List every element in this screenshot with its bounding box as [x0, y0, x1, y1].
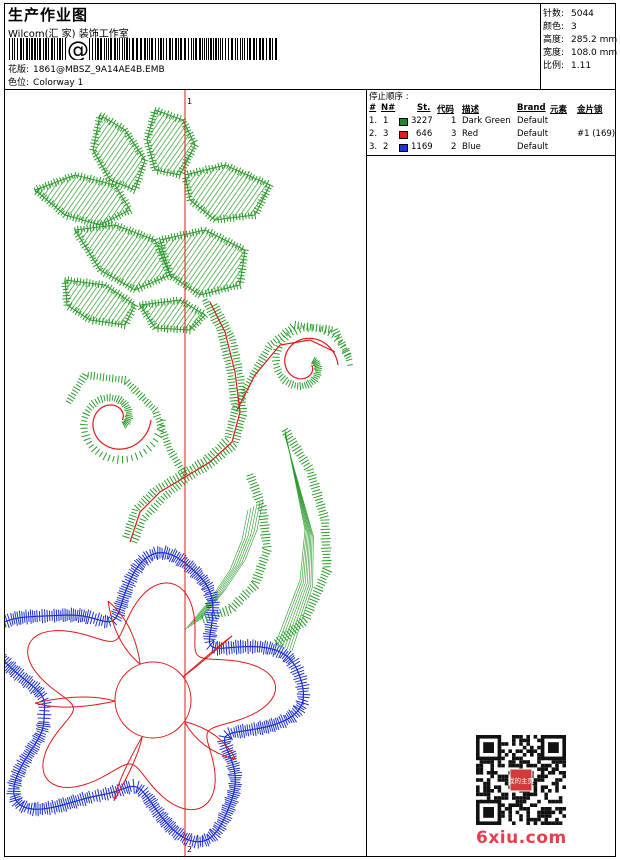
stop-row: 1. 1 3227 1 Dark Green Default	[367, 116, 615, 129]
row-needle: 3	[383, 129, 389, 139]
design-file-line: 花版: 1861@MBSZ_9A14AE4B.EMB	[8, 62, 165, 75]
embroidery-drawing: 1 2	[5, 90, 353, 856]
row-stitches: 646	[416, 129, 433, 139]
row-description: Blue	[462, 142, 481, 152]
stat-value: 1.11	[571, 61, 592, 71]
stat-value: 108.0 mm	[571, 48, 618, 58]
stat-scale: 比例: 1.11	[543, 58, 591, 71]
watermark-text: 6xiu.com	[476, 828, 567, 848]
col-header-sequin: 金片锁	[577, 105, 603, 115]
col-header-needle: N#	[381, 103, 396, 113]
row-description: Red	[462, 129, 479, 139]
row-index: 3.	[369, 142, 378, 152]
row-needle: 1	[383, 116, 389, 126]
color-swatch	[399, 131, 408, 139]
row-code: 2	[451, 142, 457, 152]
colorway-label: 色位:	[8, 78, 30, 88]
stat-height: 高度: 285.2 mm	[543, 32, 617, 45]
stop-row: 2. 3 646 3 Red Default #1 (169)	[367, 129, 615, 142]
stat-label: 颜色:	[543, 22, 565, 32]
barcode-image: @	[9, 38, 277, 60]
color-swatch	[399, 144, 408, 152]
stat-value: 285.2 mm	[571, 35, 618, 45]
end-marker: 2	[187, 845, 192, 854]
qr-code-image: 我的主页	[476, 735, 566, 825]
col-header-index: #	[369, 103, 377, 113]
design-file-label: 花版:	[8, 65, 30, 75]
design-preview: 1 2	[5, 90, 367, 856]
row-stitches: 3227	[411, 116, 433, 126]
stats-panel: 针数: 5044 颜色: 3 高度: 285.2 mm 宽度: 108.0 mm 比例:…	[541, 4, 617, 90]
col-header-element: 元素	[550, 105, 568, 115]
stat-value: 5044	[571, 9, 594, 19]
colorway-line: 色位: Colorway 1	[8, 75, 83, 88]
row-index: 1.	[369, 116, 378, 126]
row-brand: Default	[517, 142, 549, 152]
stat-width: 宽度: 108.0 mm	[543, 45, 617, 58]
stop-sequence-title: 停止顺序 :	[369, 92, 409, 102]
stop-row: 3. 2 1169 2 Blue Default	[367, 142, 615, 155]
row-index: 2.	[369, 129, 378, 139]
page-title: 生产作业图	[8, 6, 89, 24]
stat-label: 比例:	[543, 61, 565, 71]
color-swatch	[399, 118, 408, 126]
production-sheet: 生产作业图 Wilcom(汇 家) 装饰工作室 @ 花版: 1861@MBSZ_9…	[4, 3, 617, 857]
stat-value: 3	[571, 22, 577, 32]
row-description: Dark Green	[462, 116, 511, 126]
row-brand: Default	[517, 116, 549, 126]
start-marker: 1	[187, 97, 192, 106]
row-code: 1	[451, 116, 457, 126]
stop-sequence-panel: 停止顺序 : # N# St. 代码 描述 Brand 元素 金片锁 1. 1 …	[367, 90, 615, 156]
blue-thread-layer	[5, 545, 311, 849]
stat-label: 针数:	[543, 9, 565, 19]
col-header-brand: Brand	[517, 103, 546, 113]
stat-colors: 颜色: 3	[543, 19, 577, 32]
row-needle: 2	[383, 142, 389, 152]
row-code: 3	[451, 129, 457, 139]
design-file-name: 1861@MBSZ_9A14AE4B.EMB	[33, 65, 165, 75]
barcode-glyph: @	[67, 38, 89, 60]
col-header-code: 代码	[437, 105, 455, 115]
qr-badge-label: 我的主页	[508, 776, 535, 785]
row-sequin: #1 (169)	[577, 129, 616, 139]
row-stitches: 1169	[411, 142, 433, 152]
colorway-name: Colorway 1	[33, 78, 84, 88]
col-header-stitches: St.	[417, 103, 431, 113]
stat-stitches: 针数: 5044	[543, 6, 594, 19]
stat-label: 宽度:	[543, 48, 565, 58]
stat-label: 高度:	[543, 35, 565, 45]
col-header-description: 描述	[462, 105, 480, 115]
row-brand: Default	[517, 129, 549, 139]
header-panel: 生产作业图 Wilcom(汇 家) 装饰工作室 @ 花版: 1861@MBSZ_9…	[5, 4, 541, 90]
